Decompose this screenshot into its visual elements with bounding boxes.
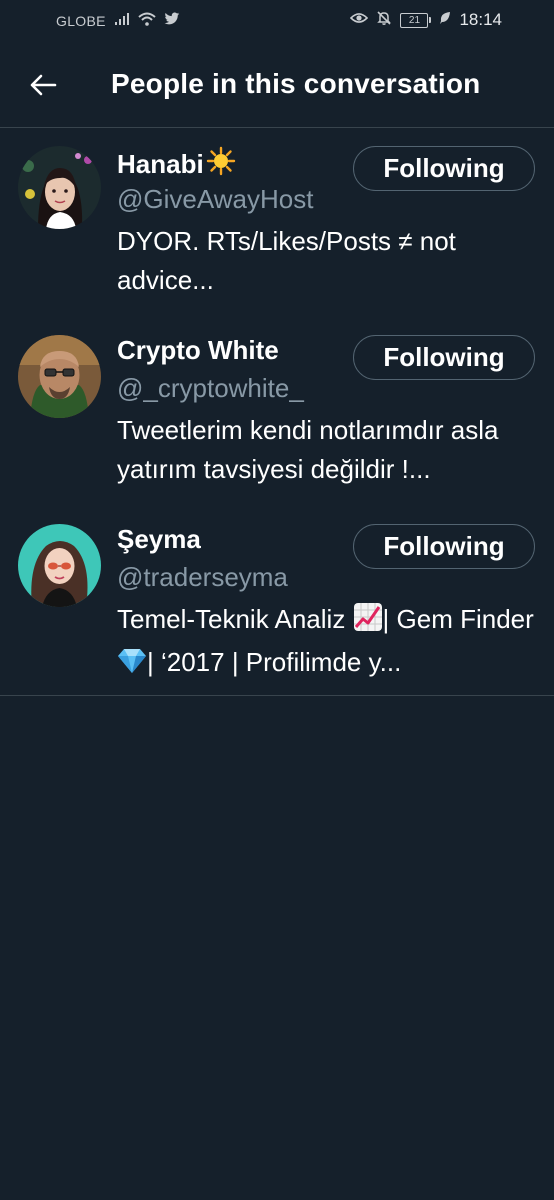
person-name-text: Şeyma [117, 524, 201, 554]
person-name: Şeyma [117, 524, 201, 555]
gem-emoji-icon [117, 645, 147, 686]
list-item-person[interactable]: Hanabi @GiveAwayHost DYOR. RTs/Likes/Pos… [0, 128, 554, 317]
person-name-text: Crypto White [117, 335, 279, 365]
people-list: Hanabi @GiveAwayHost DYOR. RTs/Likes/Pos… [0, 128, 554, 696]
bio-text-part: | ‘2017 | Profilimde y... [147, 647, 402, 677]
person-name-text: Hanabi [117, 149, 204, 179]
person-bio: Tweetlerim kendi notlarımdır asla yatırı… [117, 415, 499, 484]
page-title: People in this conversation [111, 68, 481, 99]
eye-icon [350, 11, 369, 29]
leaf-icon [439, 11, 451, 29]
following-button[interactable]: Following [353, 524, 535, 569]
avatar[interactable] [18, 146, 101, 229]
twitter-bird-icon [164, 12, 180, 30]
clock: 18:14 [459, 10, 502, 29]
carrier-label: GLOBE [56, 13, 106, 29]
person-handle: @_cryptowhite_ [117, 373, 304, 403]
sun-emoji-icon [206, 146, 236, 183]
chart-increasing-emoji-icon [353, 602, 383, 643]
bio-text-part: | Gem Finder [382, 604, 534, 634]
wifi-icon [138, 12, 156, 30]
person-handle: @traderseyma [117, 562, 288, 592]
bell-off-icon [376, 10, 392, 30]
person-name: Crypto White [117, 335, 279, 366]
signal-icon [114, 12, 130, 30]
back-button[interactable] [22, 64, 64, 106]
list-item-person[interactable]: Şeyma @traderseyma Temel-Teknik Analiz |… [0, 506, 554, 695]
battery-level: 21 [400, 12, 429, 28]
arrow-left-icon [30, 74, 57, 96]
avatar[interactable] [18, 335, 101, 418]
status-right: 21 18:14 [350, 10, 502, 30]
person-handle: @GiveAwayHost [117, 184, 314, 214]
person-bio: Temel-Teknik Analiz | Gem Finder | ‘2017… [117, 600, 537, 686]
person-name: Hanabi [117, 146, 236, 183]
status-bar: GLOBE 21 18:14 [0, 0, 554, 42]
status-left: GLOBE [56, 12, 180, 30]
following-button[interactable]: Following [353, 335, 535, 380]
following-button[interactable]: Following [353, 146, 535, 191]
person-bio: DYOR. RTs/Likes/Posts ≠ not advice... [117, 226, 456, 295]
header: People in this conversation [0, 42, 554, 128]
bio-text-part: Temel-Teknik Analiz [117, 604, 353, 634]
avatar[interactable] [18, 524, 101, 607]
list-item-person[interactable]: Crypto White @_cryptowhite_ Tweetlerim k… [0, 317, 554, 506]
battery-icon: 21 [400, 12, 432, 28]
